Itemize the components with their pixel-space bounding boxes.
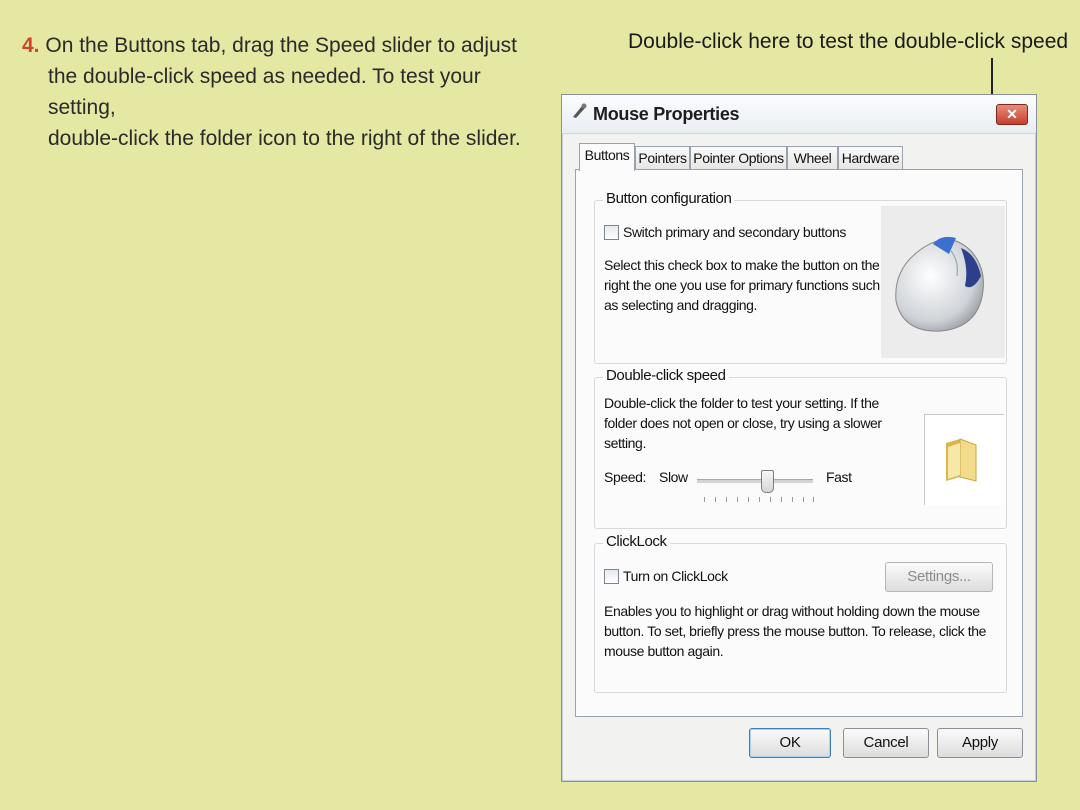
mouse-image-icon [895, 236, 984, 332]
button-config-desc-line-2: right the one you use for primary functi… [604, 277, 880, 293]
tab-wheel[interactable]: Wheel [787, 146, 838, 170]
clicklock-checkbox[interactable] [604, 569, 619, 584]
double-click-desc-line-1: Double-click the folder to test your set… [604, 395, 879, 411]
clicklock-group: ClickLock Turn on ClickLock Settings... … [594, 533, 1007, 693]
double-click-desc-line-2: folder does not open or close, try using… [604, 415, 882, 431]
tab-hardware[interactable]: Hardware [838, 146, 903, 170]
speed-slider-ticks [704, 497, 814, 503]
speed-slider-track[interactable] [697, 479, 813, 483]
button-config-desc-line-3: as selecting and dragging. [604, 297, 758, 313]
buttons-tab-panel: Button configuration Switch primary and … [575, 169, 1023, 717]
close-icon: ✕ [1006, 106, 1018, 122]
button-configuration-legend: Button configuration [603, 190, 735, 207]
clicklock-desc-line-3: mouse button again. [604, 643, 724, 659]
clicklock-legend: ClickLock [603, 533, 670, 550]
mouse-properties-window: Mouse Properties ✕ Buttons Pointers Poin… [561, 94, 1037, 782]
speed-label: Speed: [604, 469, 646, 485]
instruction-line-1: On the Buttons tab, drag the Speed slide… [45, 34, 517, 57]
tab-pointers[interactable]: Pointers [635, 146, 690, 170]
cancel-button[interactable]: Cancel [843, 728, 929, 758]
fast-label: Fast [826, 469, 852, 485]
tab-pointer-options[interactable]: Pointer Options [690, 146, 787, 170]
step-number: 4. [22, 34, 40, 57]
instruction-line-2: the double-click speed as needed. To tes… [48, 65, 481, 119]
title-bar[interactable]: Mouse Properties ✕ [562, 95, 1036, 134]
switch-buttons-label[interactable]: Switch primary and secondary buttons [623, 222, 846, 242]
speed-slider-thumb[interactable] [760, 470, 774, 493]
window-title: Mouse Properties [593, 104, 740, 124]
instruction-line-3: double-click the folder icon to the righ… [48, 127, 521, 150]
ok-button[interactable]: OK [749, 728, 831, 758]
clicklock-label[interactable]: Turn on ClickLock [623, 566, 728, 586]
double-click-speed-legend: Double-click speed [603, 367, 729, 384]
mouse-icon [570, 102, 588, 125]
callout-label: Double-click here to test the double-cli… [628, 30, 1069, 53]
test-folder-area[interactable] [924, 414, 1004, 505]
folder-icon[interactable] [942, 437, 982, 483]
clicklock-settings-button[interactable]: Settings... [885, 562, 993, 592]
clicklock-desc-line-1: Enables you to highlight or drag without… [604, 603, 980, 619]
close-button[interactable]: ✕ [996, 104, 1028, 125]
mouse-illustration [881, 206, 1005, 358]
button-config-desc-line-1: Select this check box to make the button… [604, 257, 880, 273]
tab-buttons[interactable]: Buttons [579, 143, 635, 171]
switch-buttons-checkbox[interactable] [604, 225, 619, 240]
instruction-text: 4. On the Buttons tab, drag the Speed sl… [22, 30, 542, 154]
clicklock-desc-line-2: button. To set, briefly press the mouse … [604, 623, 986, 639]
slow-label: Slow [659, 469, 688, 485]
apply-button[interactable]: Apply [937, 728, 1023, 758]
double-click-desc-line-3: setting. [604, 435, 646, 451]
